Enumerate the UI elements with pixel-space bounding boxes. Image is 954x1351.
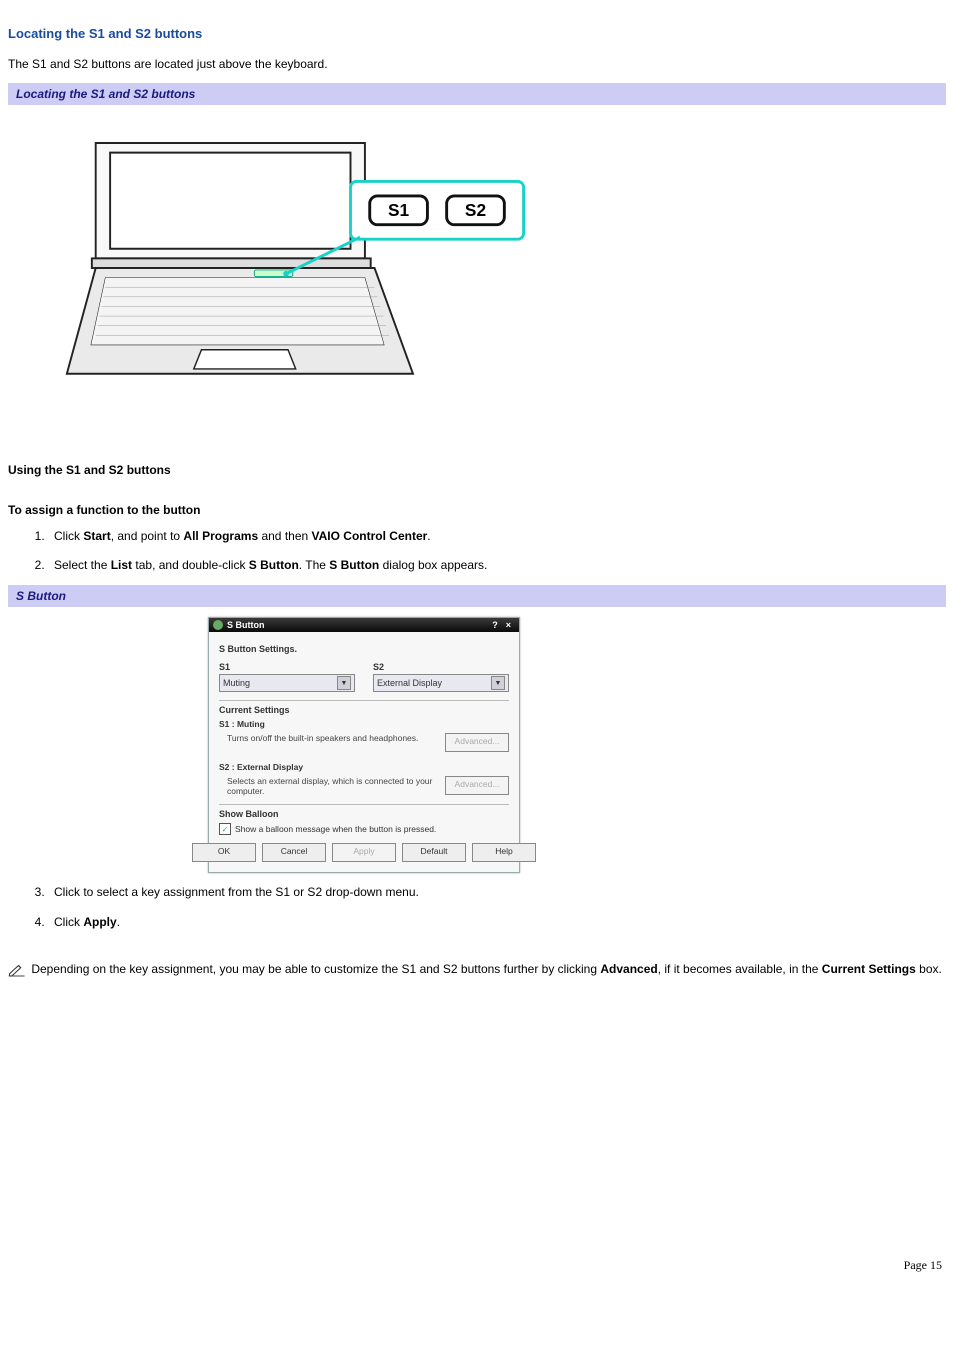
dialog-settings-label: S Button Settings. xyxy=(219,644,509,654)
note-t2: , if it becomes available, in the xyxy=(658,962,822,976)
balloon-section-label: Show Balloon xyxy=(219,809,509,819)
s2-advanced-button[interactable]: Advanced... xyxy=(445,776,509,795)
steps-list-2: Click to select a key assignment from th… xyxy=(28,883,946,931)
steps-list-1: Click Start, and point to All Programs a… xyxy=(28,527,946,575)
band-locating: Locating the S1 and S2 buttons xyxy=(8,83,946,105)
note-paragraph: Depending on the key assignment, you may… xyxy=(8,960,946,978)
note-current-settings: Current Settings xyxy=(822,962,916,976)
current-settings-label: Current Settings xyxy=(219,705,509,715)
step-1-text3: and then xyxy=(258,529,311,543)
cancel-button[interactable]: Cancel xyxy=(262,843,326,862)
note-t3: box. xyxy=(916,962,942,976)
section-heading-using: Using the S1 and S2 buttons xyxy=(8,463,946,477)
step-2-t2: tab, and double-click xyxy=(132,558,249,572)
step-4-t2: . xyxy=(117,915,120,929)
balloon-checkbox[interactable]: ✓ xyxy=(219,823,231,835)
step-4: Click Apply. xyxy=(48,913,946,932)
help-button[interactable]: Help xyxy=(472,843,536,862)
dialog-titlebar: S Button ? × xyxy=(209,618,519,632)
apply-button[interactable]: Apply xyxy=(332,843,396,862)
close-icon[interactable]: × xyxy=(502,620,515,630)
help-icon[interactable]: ? xyxy=(488,620,502,630)
step-1-text2: , and point to xyxy=(111,529,184,543)
illustration-laptop: S1 S2 xyxy=(38,123,538,413)
s1-current-title: S1 : Muting xyxy=(219,719,509,729)
s2-label: S2 xyxy=(373,662,509,672)
step-4-t1: Click xyxy=(54,915,83,929)
chevron-down-icon: ▼ xyxy=(491,676,505,690)
laptop-svg: S1 S2 xyxy=(38,123,538,413)
step-1-text: Click xyxy=(54,529,83,543)
step-1: Click Start, and point to All Programs a… xyxy=(48,527,946,546)
chevron-down-icon: ▼ xyxy=(337,676,351,690)
step-2-t3: . The xyxy=(299,558,329,572)
step-1-allprograms: All Programs xyxy=(183,529,258,543)
s1-label: S1 xyxy=(219,662,355,672)
s1-dropdown-value: Muting xyxy=(223,678,250,688)
s1-current-desc: Turns on/off the built-in speakers and h… xyxy=(227,733,445,752)
step-2-sbutton: S Button xyxy=(249,558,299,572)
s2-current-desc: Selects an external display, which is co… xyxy=(227,776,445,796)
step-4-apply: Apply xyxy=(83,915,116,929)
ok-button[interactable]: OK xyxy=(192,843,256,862)
balloon-checkbox-label: Show a balloon message when the button i… xyxy=(235,824,436,834)
step-1-vcc: VAIO Control Center xyxy=(312,529,428,543)
section-heading-locating: Locating the S1 and S2 buttons xyxy=(8,26,946,41)
step-1-text4: . xyxy=(427,529,430,543)
dialog-sbutton: S Button ? × S Button Settings. S1 Mutin… xyxy=(208,617,520,873)
s2-dropdown-value: External Display xyxy=(377,678,442,688)
s2-dropdown[interactable]: External Display ▼ xyxy=(373,674,509,692)
note-icon xyxy=(8,963,26,977)
step-2-t1: Select the xyxy=(54,558,111,572)
s1-dropdown[interactable]: Muting ▼ xyxy=(219,674,355,692)
s1-advanced-button[interactable]: Advanced... xyxy=(445,733,509,752)
dialog-sbutton-wrap: S Button ? × S Button Settings. S1 Mutin… xyxy=(208,617,946,873)
default-button[interactable]: Default xyxy=(402,843,466,862)
page-footer: Page 15 xyxy=(8,1258,946,1273)
step-3: Click to select a key assignment from th… xyxy=(48,883,946,902)
callout-s2-label: S2 xyxy=(465,200,486,220)
step-1-start: Start xyxy=(83,529,110,543)
intro-paragraph: The S1 and S2 buttons are located just a… xyxy=(8,55,946,73)
note-advanced: Advanced xyxy=(600,962,657,976)
step-2: Select the List tab, and double-click S … xyxy=(48,556,946,575)
s2-current-title: S2 : External Display xyxy=(219,762,509,772)
step-2-t4: dialog box appears. xyxy=(379,558,487,572)
dialog-titlebar-icon xyxy=(213,620,223,630)
step-2-sbutton2: S Button xyxy=(329,558,379,572)
callout-s1-label: S1 xyxy=(388,200,410,220)
band-sbutton: S Button xyxy=(8,585,946,607)
step-2-list: List xyxy=(111,558,132,572)
note-t1: Depending on the key assignment, you may… xyxy=(28,962,600,976)
section-heading-assign: To assign a function to the button xyxy=(8,503,946,517)
dialog-title-text: S Button xyxy=(227,620,265,630)
